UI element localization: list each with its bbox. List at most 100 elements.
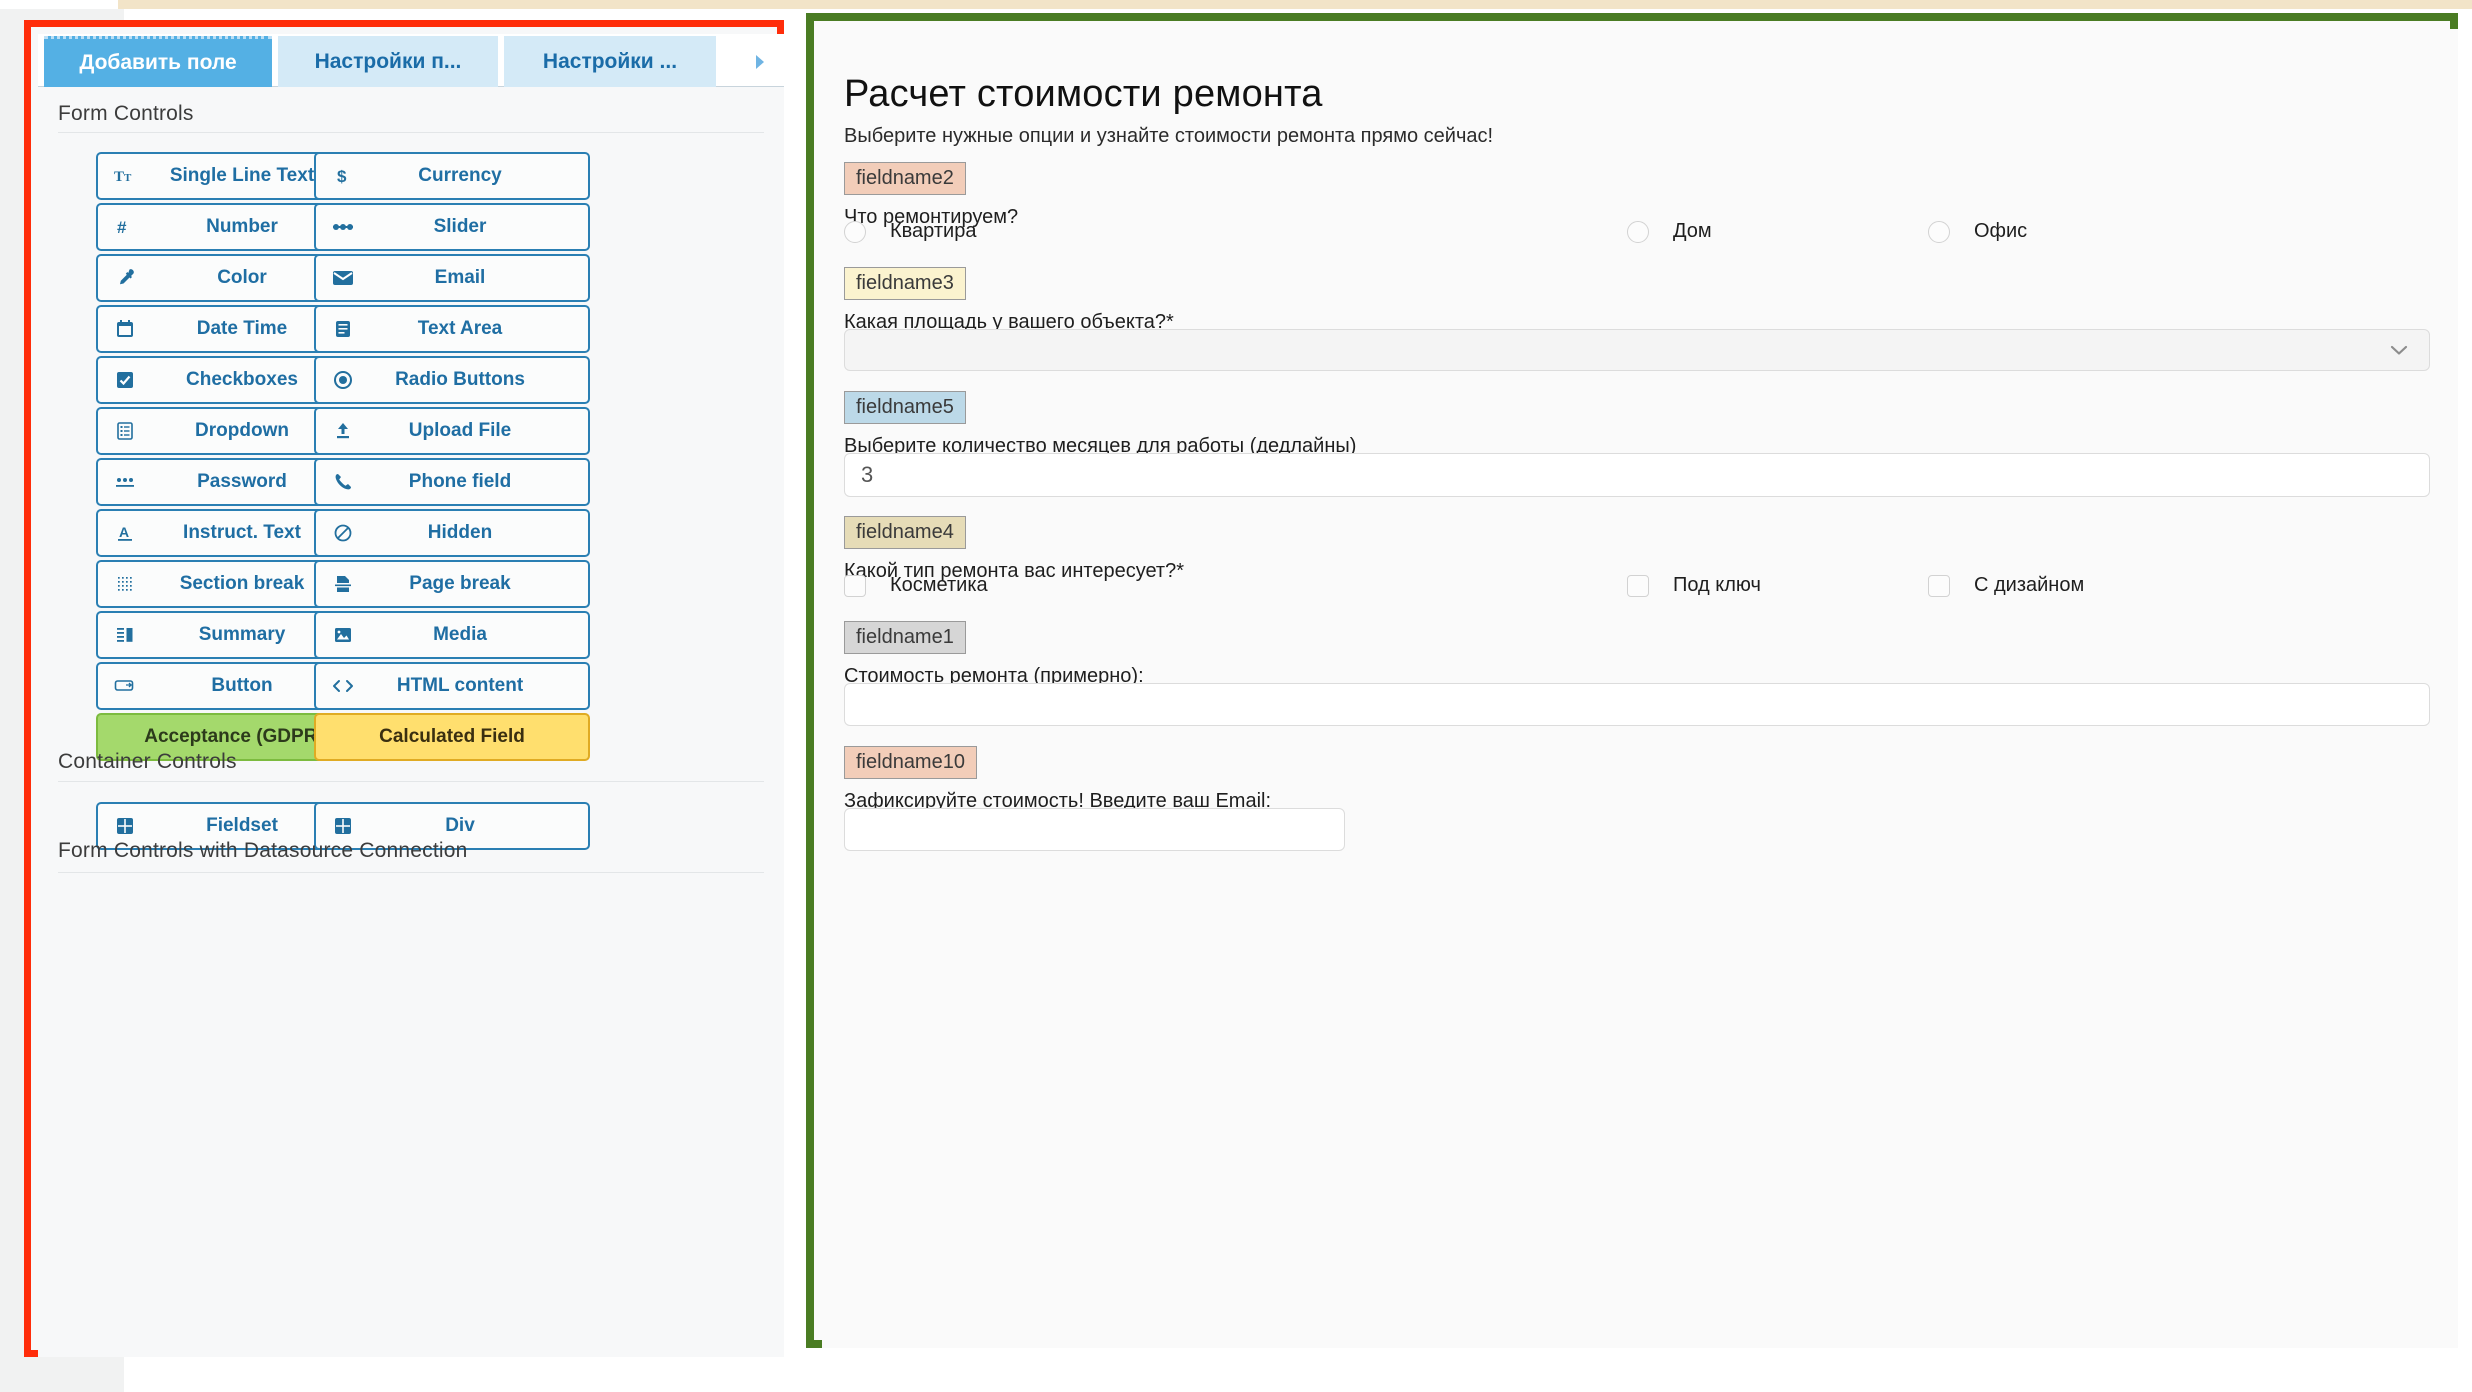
- radio-option-kvartira-label: Квартира: [890, 220, 977, 242]
- field-palette-inner: Добавить поле Настройки п... Настройки .…: [38, 34, 784, 1357]
- eyedropper-icon: [98, 268, 152, 288]
- palette-text-area[interactable]: Text Area: [314, 305, 590, 353]
- radio-group-fieldname2: Квартира Дом Офис: [844, 220, 2434, 254]
- palette-media-label: Media: [433, 624, 487, 645]
- grid-icon: [98, 816, 152, 836]
- svg-text:T: T: [114, 169, 124, 185]
- tab-form-settings[interactable]: Настройки п...: [278, 36, 498, 87]
- eye-slash-icon: [316, 523, 370, 543]
- number-input-fieldname5[interactable]: 3: [844, 453, 2430, 497]
- radio-option-ofis[interactable]: Офис: [1928, 220, 2027, 243]
- dollar-icon: $: [316, 166, 370, 186]
- checkbox-option-pod-kluch[interactable]: Под ключ: [1627, 574, 1761, 597]
- palette-slider[interactable]: Slider: [314, 203, 590, 251]
- checkbox-option-kosmetika-label: Косметика: [890, 574, 988, 596]
- number-input-fieldname5-value: 3: [861, 462, 874, 487]
- palette-hidden-label: Hidden: [427, 522, 493, 543]
- checkbox-option-s-dizainom[interactable]: С дизайном: [1928, 574, 2084, 597]
- svg-text:A: A: [119, 524, 129, 540]
- summary-icon: [98, 626, 152, 644]
- dotted-grid-icon: [98, 574, 152, 594]
- tab-add-field-label: Добавить поле: [79, 51, 237, 74]
- field-badge-fieldname10[interactable]: fieldname10: [844, 746, 977, 779]
- top-cream-strip: [118, 0, 2472, 9]
- password-dots-icon: [98, 474, 152, 490]
- form-preview-inner: Расчет стоимости ремонта Выберите нужные…: [822, 29, 2458, 1348]
- image-icon: [316, 626, 370, 644]
- screenshot-root: Добавить поле Настройки п... Настройки .…: [0, 0, 2472, 1392]
- palette-html-content-label: HTML content: [396, 675, 524, 696]
- divider-datasource-controls: [58, 872, 764, 873]
- palette-html-content[interactable]: HTML content: [314, 662, 590, 710]
- svg-text:$: $: [337, 167, 347, 186]
- palette-radio-buttons[interactable]: Radio Buttons: [314, 356, 590, 404]
- section-title-container-controls: Container Controls: [58, 750, 237, 773]
- form-subtitle: Выберите нужные опции и узнайте стоимост…: [844, 125, 1494, 147]
- checkbox-icon: [98, 370, 152, 390]
- field-palette-panel: Добавить поле Настройки п... Настройки .…: [24, 20, 784, 1357]
- text-input-fieldname1[interactable]: [844, 683, 2430, 726]
- palette-calculated-field[interactable]: Calculated Field: [314, 713, 590, 761]
- builder-tabstrip: Добавить поле Настройки п... Настройки .…: [38, 34, 784, 87]
- palette-upload-file[interactable]: Upload File: [314, 407, 590, 455]
- field-badge-fieldname4[interactable]: fieldname4: [844, 516, 966, 549]
- tab-settings[interactable]: Настройки ...: [504, 36, 716, 87]
- palette-page-break-label: Page break: [409, 573, 511, 594]
- field-badge-fieldname1[interactable]: fieldname1: [844, 621, 966, 654]
- checkbox-icon: [844, 574, 866, 597]
- radio-icon: [316, 370, 370, 390]
- page-break-icon: [316, 574, 370, 594]
- section-title-form-controls: Form Controls: [58, 102, 194, 125]
- field-badge-fieldname3[interactable]: fieldname3: [844, 267, 966, 300]
- palette-calculated-field-label: Calculated Field: [379, 726, 525, 747]
- checkbox-option-s-dizainom-label: С дизайном: [1974, 574, 2085, 596]
- checkbox-icon: [1627, 574, 1649, 597]
- palette-phone-field[interactable]: Phone field: [314, 458, 590, 506]
- radio-option-kvartira[interactable]: Квартира: [844, 220, 976, 243]
- underline-a-icon: A: [98, 523, 152, 543]
- slider-icon: [316, 221, 370, 233]
- section-title-datasource-controls: Form Controls with Datasource Connection: [58, 839, 468, 862]
- palette-upload-file-label: Upload File: [408, 420, 512, 441]
- text-size-icon: TT: [98, 167, 152, 185]
- radio-icon: [1627, 220, 1649, 243]
- palette-hidden[interactable]: Hidden: [314, 509, 590, 557]
- palette-phone-field-label: Phone field: [408, 471, 512, 492]
- list-icon: [98, 421, 152, 441]
- chevron-right-icon[interactable]: [738, 36, 782, 87]
- hash-icon: #: [98, 217, 152, 237]
- palette-slider-label: Slider: [433, 216, 487, 237]
- palette-currency-label: Currency: [418, 165, 502, 186]
- tab-add-field[interactable]: Добавить поле: [44, 36, 272, 87]
- checkbox-group-fieldname4: Косметика Под ключ С дизайном: [844, 574, 2434, 608]
- palette-email[interactable]: Email: [314, 254, 590, 302]
- svg-text:T: T: [124, 172, 132, 184]
- radio-option-dom[interactable]: Дом: [1627, 220, 1712, 243]
- phone-icon: [316, 472, 370, 492]
- divider-container-controls: [58, 781, 764, 782]
- select-fieldname3[interactable]: [844, 329, 2430, 371]
- checkbox-option-kosmetika[interactable]: Косметика: [844, 574, 988, 597]
- code-brackets-icon: [316, 678, 370, 694]
- form-preview-panel: Расчет стоимости ремонта Выберите нужные…: [806, 13, 2458, 1348]
- calendar-icon: [98, 319, 152, 339]
- field-badge-fieldname5[interactable]: fieldname5: [844, 391, 966, 424]
- palette-div-label: Div: [445, 815, 475, 836]
- form-title: Расчет стоимости ремонта: [844, 73, 1323, 115]
- palette-radio-buttons-label: Radio Buttons: [395, 369, 525, 390]
- email-input-fieldname10[interactable]: [844, 808, 1345, 851]
- palette-page-break[interactable]: Page break: [314, 560, 590, 608]
- palette-currency[interactable]: $ Currency: [314, 152, 590, 200]
- checkbox-icon: [1928, 574, 1950, 597]
- button-icon: [98, 679, 152, 693]
- field-badge-fieldname2[interactable]: fieldname2: [844, 162, 966, 195]
- palette-media[interactable]: Media: [314, 611, 590, 659]
- divider-form-controls: [58, 132, 764, 133]
- grid-icon: [316, 816, 370, 836]
- radio-option-ofis-label: Офис: [1974, 220, 2028, 242]
- radio-icon: [844, 220, 866, 243]
- svg-text:#: #: [117, 218, 127, 237]
- chevron-down-icon: [2389, 344, 2409, 356]
- checkbox-option-pod-kluch-label: Под ключ: [1673, 574, 1761, 596]
- radio-option-dom-label: Дом: [1673, 220, 1712, 242]
